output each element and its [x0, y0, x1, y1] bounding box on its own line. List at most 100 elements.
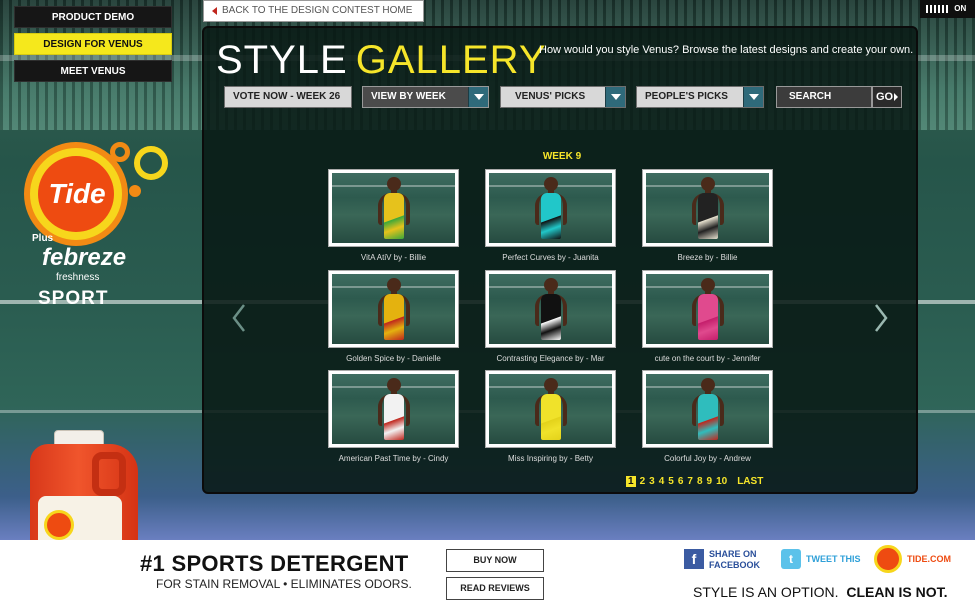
next-arrow[interactable]: [874, 303, 888, 333]
design-thumbnail[interactable]: [642, 370, 773, 448]
go-label: GO: [876, 91, 894, 103]
design-thumbnail[interactable]: [328, 370, 459, 448]
design-tile[interactable]: Perfect Curves by - Juanita: [485, 169, 617, 262]
design-tile[interactable]: Miss Inspiring by - Betty: [485, 370, 617, 463]
tagline-part2: CLEAN IS NOT.: [846, 584, 948, 600]
model-figure: [690, 177, 726, 243]
design-caption[interactable]: Miss Inspiring by - Betty: [485, 454, 616, 463]
read-reviews-button[interactable]: READ REVIEWS: [446, 577, 544, 600]
logo-freshness: freshness: [56, 272, 100, 283]
design-thumbnail[interactable]: [485, 169, 616, 247]
week-label: WEEK 9: [542, 151, 582, 162]
chevron-right-icon: [875, 304, 888, 332]
page-link[interactable]: 4: [659, 476, 665, 487]
page-link[interactable]: 9: [707, 476, 713, 487]
pagination: 1 2 3 4 5 6 7 8 9 10 LAST: [626, 471, 767, 487]
design-caption[interactable]: Golden Spice by - Danielle: [328, 354, 459, 363]
design-caption[interactable]: Contrasting Elegance by - Mar: [485, 354, 616, 363]
page-link[interactable]: 8: [697, 476, 703, 487]
sound-toggle-label: ON: [954, 4, 967, 13]
design-thumbnail[interactable]: [642, 169, 773, 247]
page-link[interactable]: 6: [678, 476, 684, 487]
design-caption[interactable]: Perfect Curves by - Juanita: [485, 253, 616, 262]
design-caption[interactable]: Colorful Joy by - Andrew: [642, 454, 773, 463]
figure-dress: [383, 193, 404, 239]
design-tile[interactable]: Golden Spice by - Danielle: [328, 270, 460, 363]
sound-toggle[interactable]: ON: [920, 0, 975, 18]
venus-picks-dropdown[interactable]: VENUS' PICKS: [500, 86, 626, 108]
page-link[interactable]: 3: [649, 476, 655, 487]
design-thumbnail[interactable]: [642, 270, 773, 348]
page-link[interactable]: 1: [626, 476, 636, 487]
promo-headline: #1 SPORTS DETERGENT: [140, 551, 409, 576]
promo-subline: FOR STAIN REMOVAL • ELIMINATES ODORS.: [156, 577, 412, 591]
logo-bubble: [134, 146, 168, 180]
figure-head: [386, 378, 401, 392]
share-on-facebook-link[interactable]: f SHARE ON FACEBOOK: [684, 549, 768, 573]
thumbnail-court: [489, 374, 612, 444]
tide-logo-icon: [874, 545, 902, 573]
tide-logo-icon: [44, 510, 74, 540]
design-tile[interactable]: Contrasting Elegance by - Mar: [485, 270, 617, 363]
thumbnail-court: [646, 173, 769, 243]
thumbnail-court: [646, 274, 769, 344]
buy-now-button[interactable]: BUY NOW: [446, 549, 544, 572]
vote-now-button[interactable]: VOTE NOW - WEEK 26: [224, 86, 352, 108]
page-link[interactable]: 5: [668, 476, 674, 487]
chevron-down-icon: [468, 87, 488, 107]
logo-word: Tide: [48, 178, 106, 209]
tide-febreze-sport-logo: Tide Plus febreze freshness SPORT: [22, 142, 172, 312]
nav-product-demo[interactable]: PRODUCT DEMO: [14, 6, 172, 28]
figure-dress: [697, 394, 718, 440]
bottom-promo-bar: #1 SPORTS DETERGENT FOR STAIN REMOVAL • …: [0, 540, 975, 611]
peoples-picks-dropdown[interactable]: PEOPLE'S PICKS: [636, 86, 764, 108]
tagline: STYLE IS AN OPTION. CLEAN IS NOT.: [693, 584, 948, 600]
back-to-contest-home-link[interactable]: BACK TO THE DESIGN CONTEST HOME: [203, 0, 424, 22]
chevron-down-icon: [743, 87, 763, 107]
twitter-icon: t: [781, 549, 801, 569]
model-figure: [376, 278, 412, 344]
page-link-last[interactable]: LAST: [737, 476, 763, 487]
figure-dress: [540, 193, 561, 239]
page-subtitle: How would you style Venus? Browse the la…: [539, 44, 914, 56]
design-caption[interactable]: American Past Time by - Cindy: [328, 454, 459, 463]
design-tile[interactable]: cute on the court by - Jennifer: [642, 270, 774, 363]
model-figure: [690, 278, 726, 344]
tweet-this-link[interactable]: t TWEET THIS: [781, 549, 867, 573]
figure-head: [543, 177, 558, 191]
page-link[interactable]: 2: [640, 476, 646, 487]
figure-head: [700, 177, 715, 191]
view-by-week-dropdown[interactable]: VIEW BY WEEK: [362, 86, 489, 108]
design-thumbnail[interactable]: [328, 169, 459, 247]
page-link[interactable]: 7: [687, 476, 693, 487]
chevron-left-icon: [232, 304, 245, 332]
share-facebook-line2: FACEBOOK: [709, 560, 761, 570]
design-tile[interactable]: Breeze by - Billie: [642, 169, 774, 262]
design-caption[interactable]: cute on the court by - Jennifer: [642, 354, 773, 363]
figure-dress: [697, 294, 718, 340]
thumbnail-court: [332, 173, 455, 243]
figure-head: [543, 378, 558, 392]
design-thumbnail[interactable]: [485, 270, 616, 348]
design-thumbnail[interactable]: [328, 270, 459, 348]
facebook-icon: f: [684, 549, 704, 569]
figure-head: [386, 177, 401, 191]
go-button[interactable]: GO: [872, 86, 902, 108]
nav-meet-venus[interactable]: MEET VENUS: [14, 60, 172, 82]
search-input[interactable]: SEARCH: [776, 86, 872, 108]
share-facebook-label: SHARE ON FACEBOOK: [709, 549, 760, 571]
design-tile[interactable]: Colorful Joy by - Andrew: [642, 370, 774, 463]
page-link[interactable]: 10: [716, 476, 727, 487]
design-tile[interactable]: American Past Time by - Cindy: [328, 370, 460, 463]
page-title: STYLE GALLERY: [216, 38, 547, 83]
design-caption[interactable]: Breeze by - Billie: [642, 253, 773, 262]
tide-com-link[interactable]: TIDE.COM: [874, 545, 964, 573]
play-arrow-icon: [894, 93, 899, 102]
design-tile[interactable]: VitA AtiV by - Billie: [328, 169, 460, 262]
design-thumbnail[interactable]: [485, 370, 616, 448]
design-caption[interactable]: VitA AtiV by - Billie: [328, 253, 459, 262]
title-gallery: GALLERY: [355, 38, 547, 82]
nav-design-for-venus[interactable]: DESIGN FOR VENUS: [14, 33, 172, 55]
previous-arrow[interactable]: [232, 303, 246, 333]
back-link-label: BACK TO THE DESIGN CONTEST HOME: [222, 5, 413, 16]
